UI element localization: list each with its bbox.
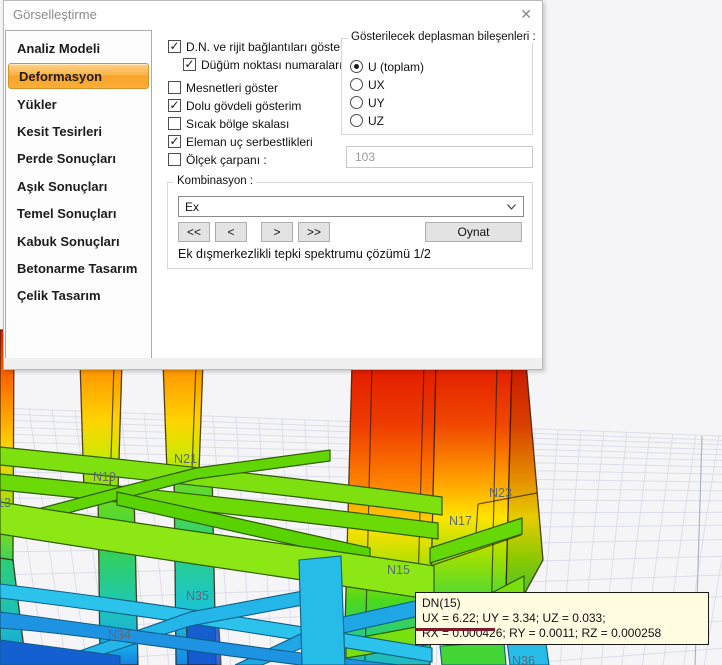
checkbox-box[interactable] (168, 81, 181, 94)
sidebar-item-analiz-modeli[interactable]: Analiz Modeli (6, 35, 151, 62)
tooltip-node-id: DN(15) (422, 596, 702, 611)
checkbox-box[interactable]: ✓ (168, 40, 181, 53)
checkbox-dugum-numaralari[interactable]: ✓ Düğüm noktası numaraları (183, 57, 342, 72)
sidebar-item-asik-sonuclari[interactable]: Aşık Sonuçları (6, 173, 151, 200)
displacement-components-group: Gösterilecek deplasman bileşenleri : U (… (341, 38, 533, 135)
checkbox-eleman-uc[interactable]: ✓ Eleman uç serbestlikleri (168, 134, 313, 149)
checkbox-box[interactable] (168, 153, 181, 166)
next-step-button[interactable]: > (261, 222, 293, 242)
checkbox-box[interactable]: ✓ (168, 135, 181, 148)
dialog-title: Görselleştirme (13, 7, 97, 22)
first-step-button[interactable]: << (178, 222, 210, 242)
checkbox-label: D.N. ve rijit bağlantıları göster (186, 40, 344, 54)
sidebar-item-temel-sonuclari[interactable]: Temel Sonuçları (6, 200, 151, 227)
checkbox-label: Ölçek çarpanı : (186, 153, 267, 167)
radio-icon[interactable] (350, 60, 363, 73)
radio-icon[interactable] (350, 114, 363, 127)
radio-uz[interactable]: UZ (350, 113, 384, 128)
sidebar-item-kabuk-sonuclari[interactable]: Kabuk Sonuçları (6, 227, 151, 254)
combination-select[interactable]: Ex (178, 196, 524, 217)
radio-icon[interactable] (350, 78, 363, 91)
last-step-button[interactable]: >> (298, 222, 330, 242)
checkbox-mesnetleri-goster[interactable]: Mesnetleri göster (168, 80, 278, 95)
radio-uy[interactable]: UY (350, 95, 385, 110)
tooltip-displacements: UX = 6.22; UY = 3.34; UZ = 0.033; (422, 611, 702, 626)
checkbox-label: Dolu gövdeli gösterim (186, 99, 301, 113)
combination-caption: Ek dışmerkezlikli tepki spektrumu çözümü… (178, 247, 431, 261)
checkbox-box[interactable] (168, 117, 181, 130)
prev-step-button[interactable]: < (215, 222, 247, 242)
checkbox-label: Düğüm noktası numaraları (201, 58, 342, 72)
radio-label: UY (368, 96, 385, 110)
scale-factor-input[interactable] (346, 146, 533, 168)
radio-label: U (toplam) (368, 60, 424, 74)
sidebar-item-celik-tasarim[interactable]: Çelik Tasarım (6, 282, 151, 309)
checkbox-dn-rijit[interactable]: ✓ D.N. ve rijit bağlantıları göster (168, 39, 344, 54)
checkbox-sicak-bolge[interactable]: Sıcak bölge skalası (168, 116, 289, 131)
sidebar-item-kesit-tesirleri[interactable]: Kesit Tesirleri (6, 118, 151, 145)
category-list: Analiz Modeli Deformasyon Yükler Kesit T… (5, 30, 152, 359)
close-icon[interactable]: ✕ (520, 5, 532, 23)
checkbox-label: Mesnetleri göster (186, 81, 278, 95)
play-button[interactable]: Oynat (425, 222, 522, 242)
sidebar-item-perde-sonuclari[interactable]: Perde Sonuçları (6, 145, 151, 172)
sidebar-item-betonarme-tasarim[interactable]: Betonarme Tasarım (6, 255, 151, 282)
checkbox-label: Sıcak bölge skalası (186, 117, 289, 131)
chevron-down-icon (507, 204, 516, 210)
checkbox-dolu-govdeli[interactable]: ✓ Dolu gövdeli gösterim (168, 98, 301, 113)
node-info-tooltip: DN(15) UX = 6.22; UY = 3.34; UZ = 0.033;… (415, 592, 709, 645)
combination-group: Kombinasyon : Ex << < > >> Oynat Ek dışm… (167, 182, 533, 269)
radio-ux[interactable]: UX (350, 77, 385, 92)
visualization-dialog: Görselleştirme ✕ Analiz Modeli Deformasy… (3, 0, 543, 370)
group-label: Kombinasyon : (174, 175, 256, 187)
checkbox-olcek-carpani[interactable]: Ölçek çarpanı : (168, 152, 267, 167)
radio-u-toplam[interactable]: U (toplam) (350, 59, 424, 74)
sidebar-item-deformasyon[interactable]: Deformasyon (8, 63, 149, 89)
sidebar-item-yukler[interactable]: Yükler (6, 90, 151, 117)
checkbox-box[interactable]: ✓ (168, 99, 181, 112)
radio-label: UZ (368, 114, 384, 128)
checkbox-label: Eleman uç serbestlikleri (186, 135, 313, 149)
checkbox-box[interactable]: ✓ (183, 58, 196, 71)
dialog-footer (4, 358, 542, 369)
combo-value: Ex (185, 200, 199, 214)
tooltip-underline (416, 628, 495, 631)
radio-label: UX (368, 78, 385, 92)
group-label: Gösterilecek deplasman bileşenleri : (348, 31, 539, 43)
radio-icon[interactable] (350, 96, 363, 109)
